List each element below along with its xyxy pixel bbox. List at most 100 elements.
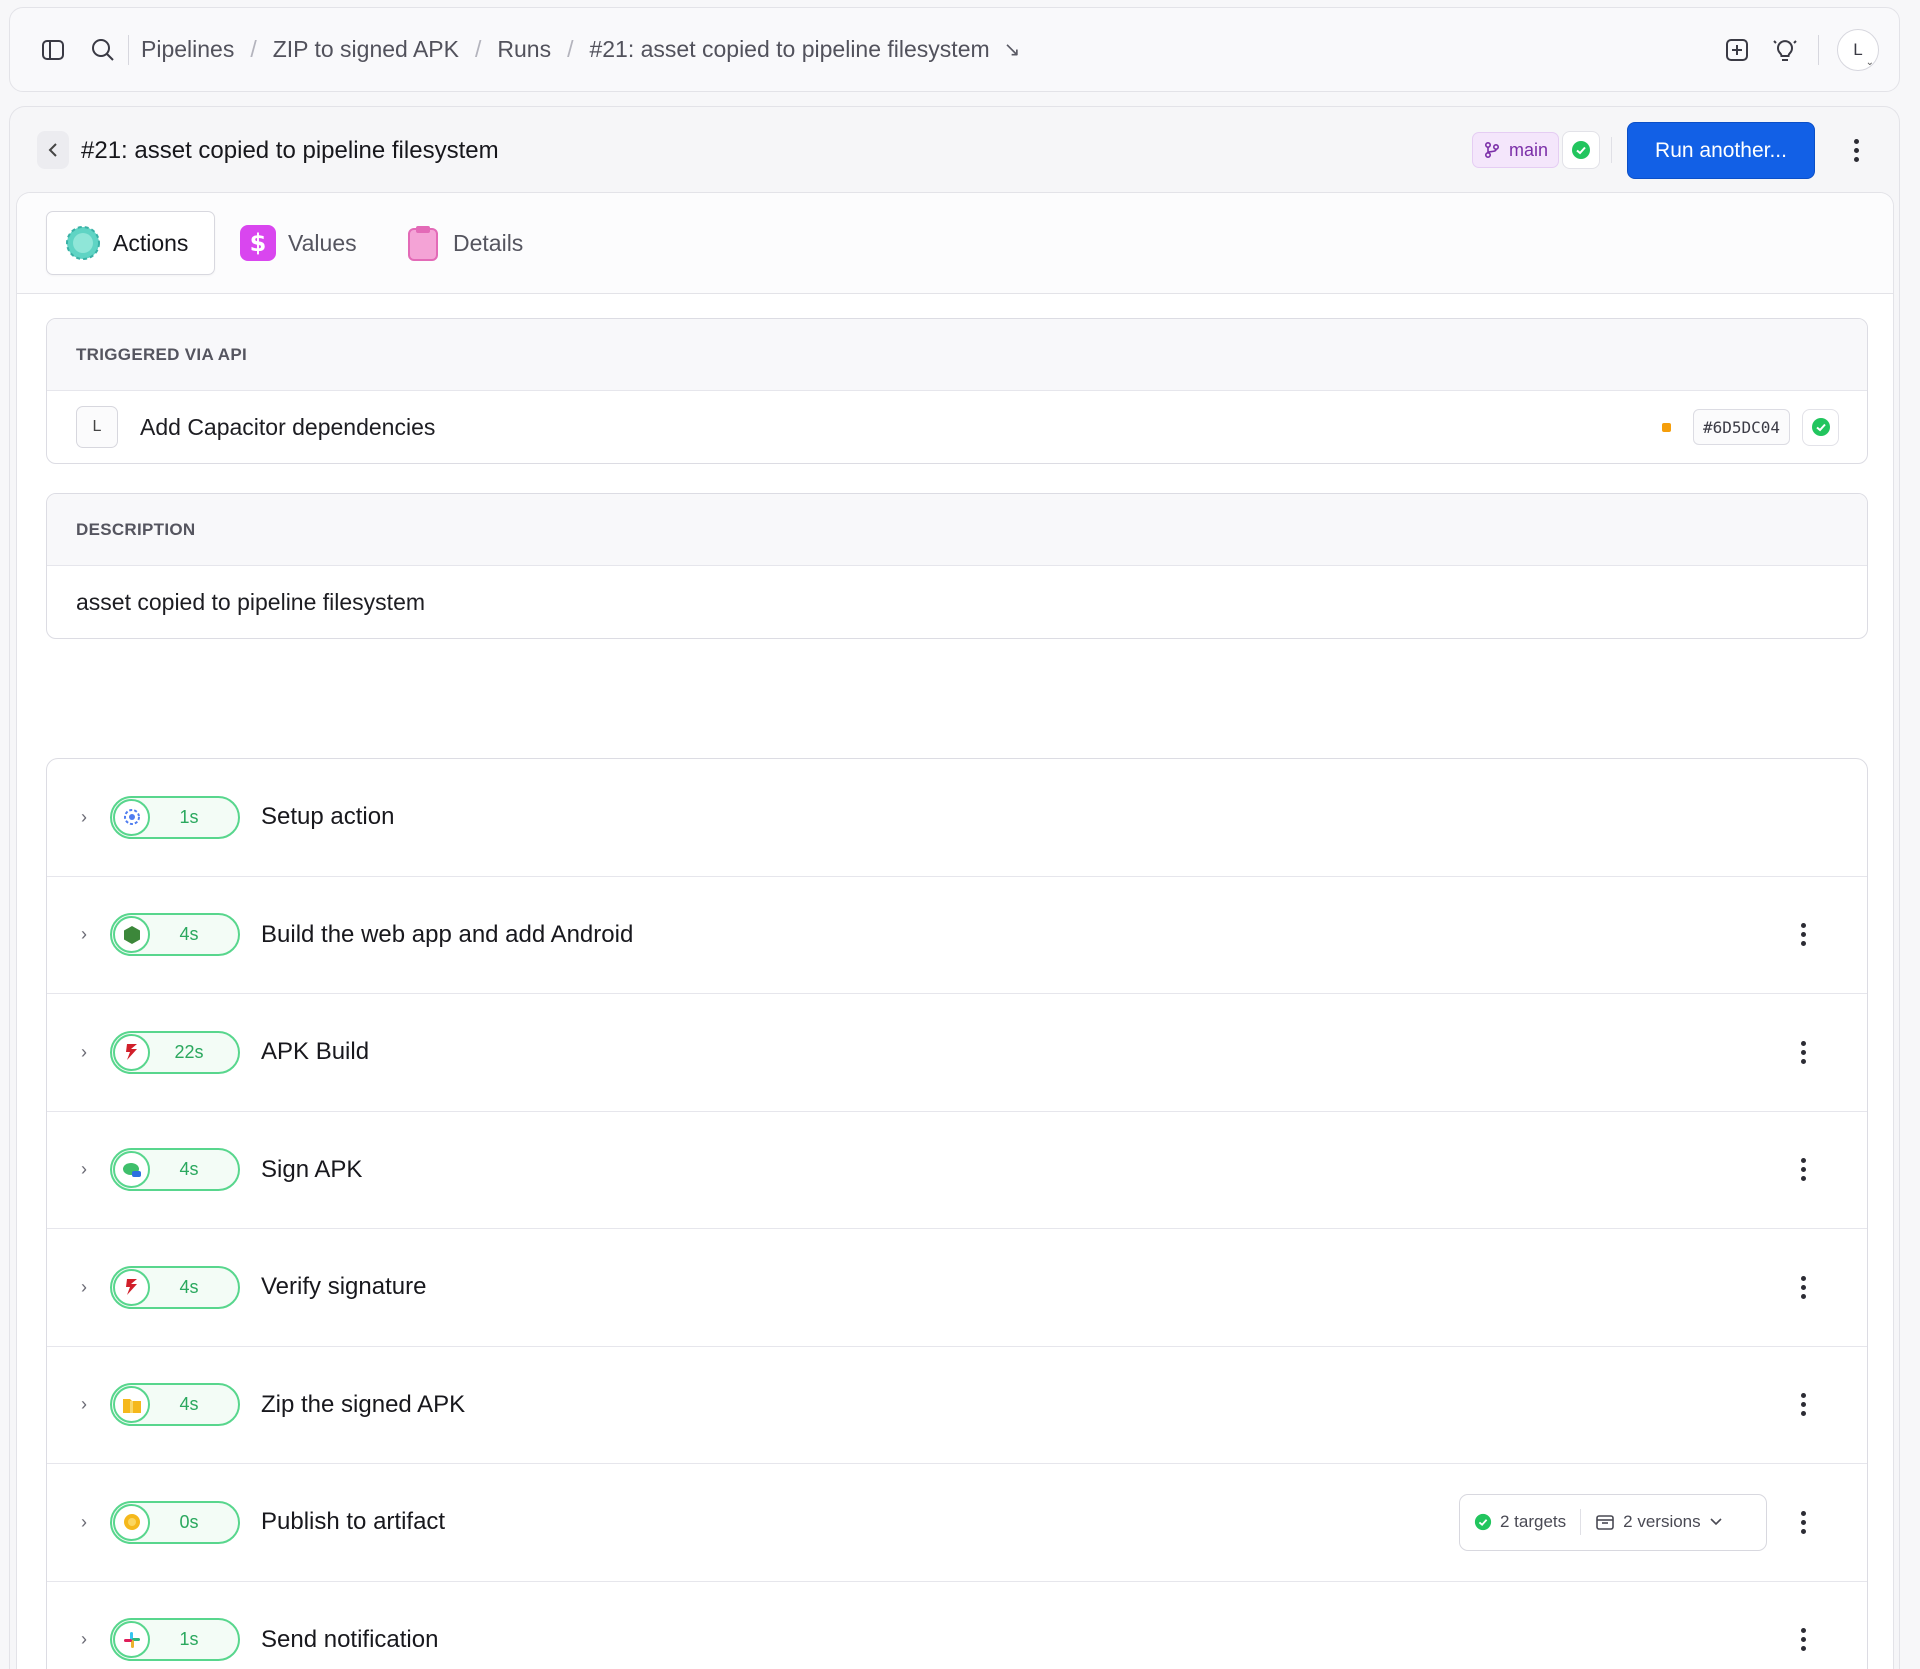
branch-name: main bbox=[1509, 139, 1549, 160]
check-circle-icon bbox=[1811, 418, 1830, 436]
check-circle-icon bbox=[1572, 141, 1590, 159]
run-status-chip[interactable] bbox=[1562, 131, 1600, 169]
arrow-down-right-icon[interactable]: ↘ bbox=[1004, 37, 1021, 62]
step-name: Send notification bbox=[261, 1625, 439, 1653]
git-branch-icon bbox=[1484, 141, 1500, 159]
tab-label: Values bbox=[288, 229, 357, 256]
description-section: DESCRIPTION asset copied to pipeline fil… bbox=[46, 493, 1868, 639]
step-name: Setup action bbox=[261, 803, 395, 831]
tab-details[interactable]: Details bbox=[387, 211, 541, 275]
breadcrumb-current-run: #21: asset copied to pipeline filesystem bbox=[589, 36, 990, 62]
top-bar: Pipelines / ZIP to signed APK / Runs / #… bbox=[9, 7, 1900, 92]
gear-icon bbox=[113, 798, 150, 836]
more-options-icon[interactable] bbox=[1793, 1034, 1813, 1070]
step-name: Build the web app and add Android bbox=[261, 920, 634, 948]
step-duration-pill: 4s bbox=[110, 1265, 240, 1309]
targets-button[interactable]: 2 targets bbox=[1460, 1512, 1580, 1532]
step-name: Sign APK bbox=[261, 1155, 363, 1183]
folder-zip-icon bbox=[113, 1386, 150, 1424]
chevron-right-icon[interactable]: › bbox=[81, 1042, 87, 1063]
nodejs-icon bbox=[113, 916, 150, 954]
status-dot bbox=[1661, 422, 1671, 432]
tab-label: Details bbox=[453, 229, 524, 256]
artifact-icon bbox=[113, 1503, 150, 1541]
step-duration: 1s bbox=[179, 1629, 199, 1649]
author-avatar: L bbox=[76, 406, 118, 448]
commit-row[interactable]: L Add Capacitor dependencies #6D5DC04 bbox=[47, 391, 1867, 463]
chevron-right-icon[interactable]: › bbox=[81, 1394, 87, 1415]
commit-sha[interactable]: #6D5DC04 bbox=[1692, 409, 1790, 445]
step-row[interactable]: › 4s Sign APK bbox=[47, 1112, 1867, 1229]
sidebar-toggle-icon[interactable] bbox=[38, 35, 68, 65]
user-avatar-button[interactable]: L ⌄ bbox=[1837, 28, 1879, 71]
step-duration-pill: 1s bbox=[110, 795, 240, 839]
more-options-icon[interactable] bbox=[1793, 1387, 1813, 1423]
tab-actions[interactable]: Actions bbox=[46, 211, 215, 275]
step-row[interactable]: › 4s Zip the signed APK bbox=[47, 1347, 1867, 1464]
breadcrumb: Pipelines / ZIP to signed APK / Runs / #… bbox=[139, 36, 1020, 63]
step-row[interactable]: › 4s Build the web app and add Android bbox=[47, 877, 1867, 994]
versions-label: 2 versions bbox=[1623, 1512, 1701, 1532]
gradle-icon bbox=[113, 1268, 150, 1306]
divider bbox=[1611, 137, 1612, 163]
step-duration: 1s bbox=[179, 806, 199, 827]
step-duration: 4s bbox=[179, 1159, 199, 1180]
step-duration: 0s bbox=[179, 1511, 199, 1532]
step-row[interactable]: › 1s Setup action bbox=[47, 759, 1867, 877]
check-circle-icon bbox=[1474, 1514, 1492, 1531]
chevron-down-icon bbox=[1710, 1518, 1722, 1526]
back-button[interactable] bbox=[37, 131, 69, 169]
search-icon[interactable] bbox=[88, 35, 118, 65]
step-name: Zip the signed APK bbox=[261, 1390, 466, 1418]
run-another-button[interactable]: Run another... bbox=[1627, 122, 1815, 179]
slack-icon bbox=[113, 1621, 150, 1658]
lightbulb-icon[interactable] bbox=[1770, 35, 1800, 65]
step-name: Publish to artifact bbox=[261, 1508, 446, 1536]
package-icon bbox=[1596, 1515, 1614, 1531]
more-options-icon[interactable] bbox=[1793, 1269, 1813, 1305]
chevron-right-icon[interactable]: › bbox=[81, 1512, 87, 1533]
step-row[interactable]: › 4s Verify signature bbox=[47, 1229, 1867, 1347]
step-duration-pill: 1s bbox=[110, 1618, 240, 1661]
step-duration: 4s bbox=[179, 1276, 199, 1297]
signature-icon bbox=[113, 1151, 150, 1189]
tab-label: Actions bbox=[113, 229, 189, 256]
chevron-right-icon[interactable]: › bbox=[81, 807, 87, 828]
breadcrumb-pipeline[interactable]: ZIP to signed APK bbox=[271, 36, 461, 63]
step-duration: 4s bbox=[179, 1394, 199, 1415]
user-initial: L bbox=[1853, 39, 1863, 59]
dollar-icon: $ bbox=[240, 225, 276, 261]
breadcrumb-separator: / bbox=[250, 36, 257, 62]
chevron-right-icon[interactable]: › bbox=[81, 1629, 87, 1650]
breadcrumb-separator: / bbox=[567, 36, 574, 62]
chevron-right-icon[interactable]: › bbox=[81, 1159, 87, 1180]
chevron-right-icon[interactable]: › bbox=[81, 924, 87, 945]
section-heading: DESCRIPTION bbox=[47, 494, 1867, 566]
step-row[interactable]: › 22s APK Build bbox=[47, 994, 1867, 1112]
add-icon[interactable] bbox=[1722, 35, 1752, 65]
branch-badge[interactable]: main bbox=[1472, 132, 1560, 168]
more-options-icon[interactable] bbox=[1793, 1152, 1813, 1188]
step-name: APK Build bbox=[261, 1038, 370, 1066]
step-row[interactable]: › 0s Publish to artifact 2 targets 2 ver… bbox=[47, 1464, 1867, 1582]
tab-values[interactable]: $ Values bbox=[222, 211, 375, 275]
commit-message: Add Capacitor dependencies bbox=[140, 413, 436, 440]
gradle-icon bbox=[113, 1033, 150, 1071]
breadcrumb-separator: / bbox=[474, 36, 482, 62]
breadcrumb-runs[interactable]: Runs bbox=[495, 36, 553, 63]
divider bbox=[1818, 34, 1819, 65]
step-row[interactable]: › 1s Send notification bbox=[47, 1582, 1867, 1669]
chevron-right-icon[interactable]: › bbox=[81, 1277, 87, 1298]
steps-list: › 1s Setup action › 4s Build the web app… bbox=[46, 758, 1868, 1669]
more-options-icon[interactable] bbox=[1793, 917, 1813, 953]
versions-dropdown[interactable]: 2 versions bbox=[1581, 1512, 1736, 1532]
breadcrumb-pipelines[interactable]: Pipelines bbox=[139, 36, 236, 63]
step-duration-pill: 22s bbox=[110, 1030, 240, 1074]
step-duration-pill: 4s bbox=[110, 1148, 240, 1192]
tab-bar: Actions $ Values Details bbox=[17, 193, 1893, 294]
description-text: asset copied to pipeline filesystem bbox=[76, 588, 426, 615]
more-options-icon[interactable] bbox=[1793, 1622, 1813, 1658]
more-options-icon[interactable] bbox=[1841, 132, 1871, 168]
more-options-icon[interactable] bbox=[1793, 1504, 1813, 1540]
commit-status-chip[interactable] bbox=[1802, 408, 1839, 446]
